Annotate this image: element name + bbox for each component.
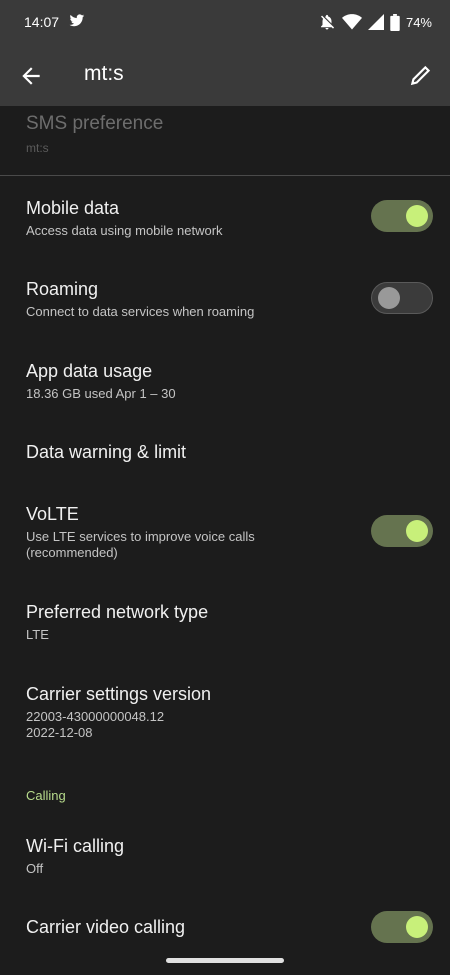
sms-preference-title: SMS preference: [26, 113, 164, 134]
carrier-video-calling-row[interactable]: Carrier video calling: [26, 916, 426, 938]
calling-section-header: Calling: [26, 788, 66, 803]
toggle-knob: [406, 916, 428, 938]
toggle-knob: [406, 520, 428, 542]
sms-preference-value: mt:s: [26, 141, 49, 155]
toggle-knob: [378, 287, 400, 309]
edit-pencil-icon[interactable]: [408, 62, 434, 88]
volte-toggle[interactable]: [371, 515, 433, 547]
status-bar: 14:07 74%: [0, 0, 450, 44]
roaming-subtitle: Connect to data services when roaming: [26, 304, 255, 319]
data-warning-row[interactable]: Data warning & limit: [26, 441, 426, 463]
preferred-network-value: LTE: [26, 627, 49, 642]
carrier-video-calling-title: Carrier video calling: [26, 917, 186, 937]
mute-bell-icon: [320, 14, 335, 30]
carrier-settings-title: Carrier settings version: [26, 684, 212, 704]
app-data-usage-subtitle: 18.36 GB used Apr 1 – 30: [26, 386, 176, 401]
gesture-nav-handle[interactable]: [166, 958, 284, 963]
volte-title: VoLTE: [26, 504, 79, 524]
volte-subtitle: Use LTE services to improve voice calls …: [26, 529, 255, 560]
mobile-data-toggle[interactable]: [371, 200, 433, 232]
wifi-calling-row[interactable]: Wi-Fi calling Off: [26, 835, 426, 877]
sms-preference-row[interactable]: SMS preference mt:s: [26, 113, 163, 155]
carrier-settings-version: 22003-43000000048.12: [26, 709, 165, 724]
roaming-title: Roaming: [26, 279, 99, 299]
divider: [0, 175, 450, 176]
battery-icon: [390, 13, 400, 31]
mobile-data-row[interactable]: Mobile data Access data using mobile net…: [26, 197, 426, 239]
wifi-calling-title: Wi-Fi calling: [26, 836, 125, 856]
cell-signal-icon: [367, 14, 384, 30]
wifi-calling-value: Off: [26, 861, 44, 876]
carrier-settings-row[interactable]: Carrier settings version 22003-430000000…: [26, 683, 426, 741]
carrier-video-calling-toggle[interactable]: [371, 911, 433, 943]
status-icons: 74%: [318, 12, 432, 32]
twitter-bird-icon: [69, 14, 85, 27]
app-data-usage-title: App data usage: [26, 361, 153, 381]
roaming-row[interactable]: Roaming Connect to data services when ro…: [26, 278, 426, 320]
status-time: 14:07: [24, 14, 60, 30]
battery-percent: 74%: [405, 14, 432, 30]
toggle-knob: [406, 205, 428, 227]
preferred-network-row[interactable]: Preferred network type LTE: [26, 601, 426, 643]
mobile-data-title: Mobile data: [26, 198, 120, 218]
data-warning-title: Data warning & limit: [26, 442, 187, 462]
app-data-usage-row[interactable]: App data usage 18.36 GB used Apr 1 – 30: [26, 360, 426, 402]
roaming-toggle[interactable]: [371, 282, 433, 314]
app-bar: mt:s: [0, 44, 450, 106]
page-title: mt:s: [84, 62, 124, 85]
carrier-settings-date: 2022-12-08: [26, 725, 93, 740]
back-arrow-icon[interactable]: [18, 63, 44, 89]
preferred-network-title: Preferred network type: [26, 602, 209, 622]
mobile-data-subtitle: Access data using mobile network: [26, 223, 223, 238]
wifi-icon: [341, 14, 362, 30]
volte-row[interactable]: VoLTE Use LTE services to improve voice …: [26, 503, 346, 561]
